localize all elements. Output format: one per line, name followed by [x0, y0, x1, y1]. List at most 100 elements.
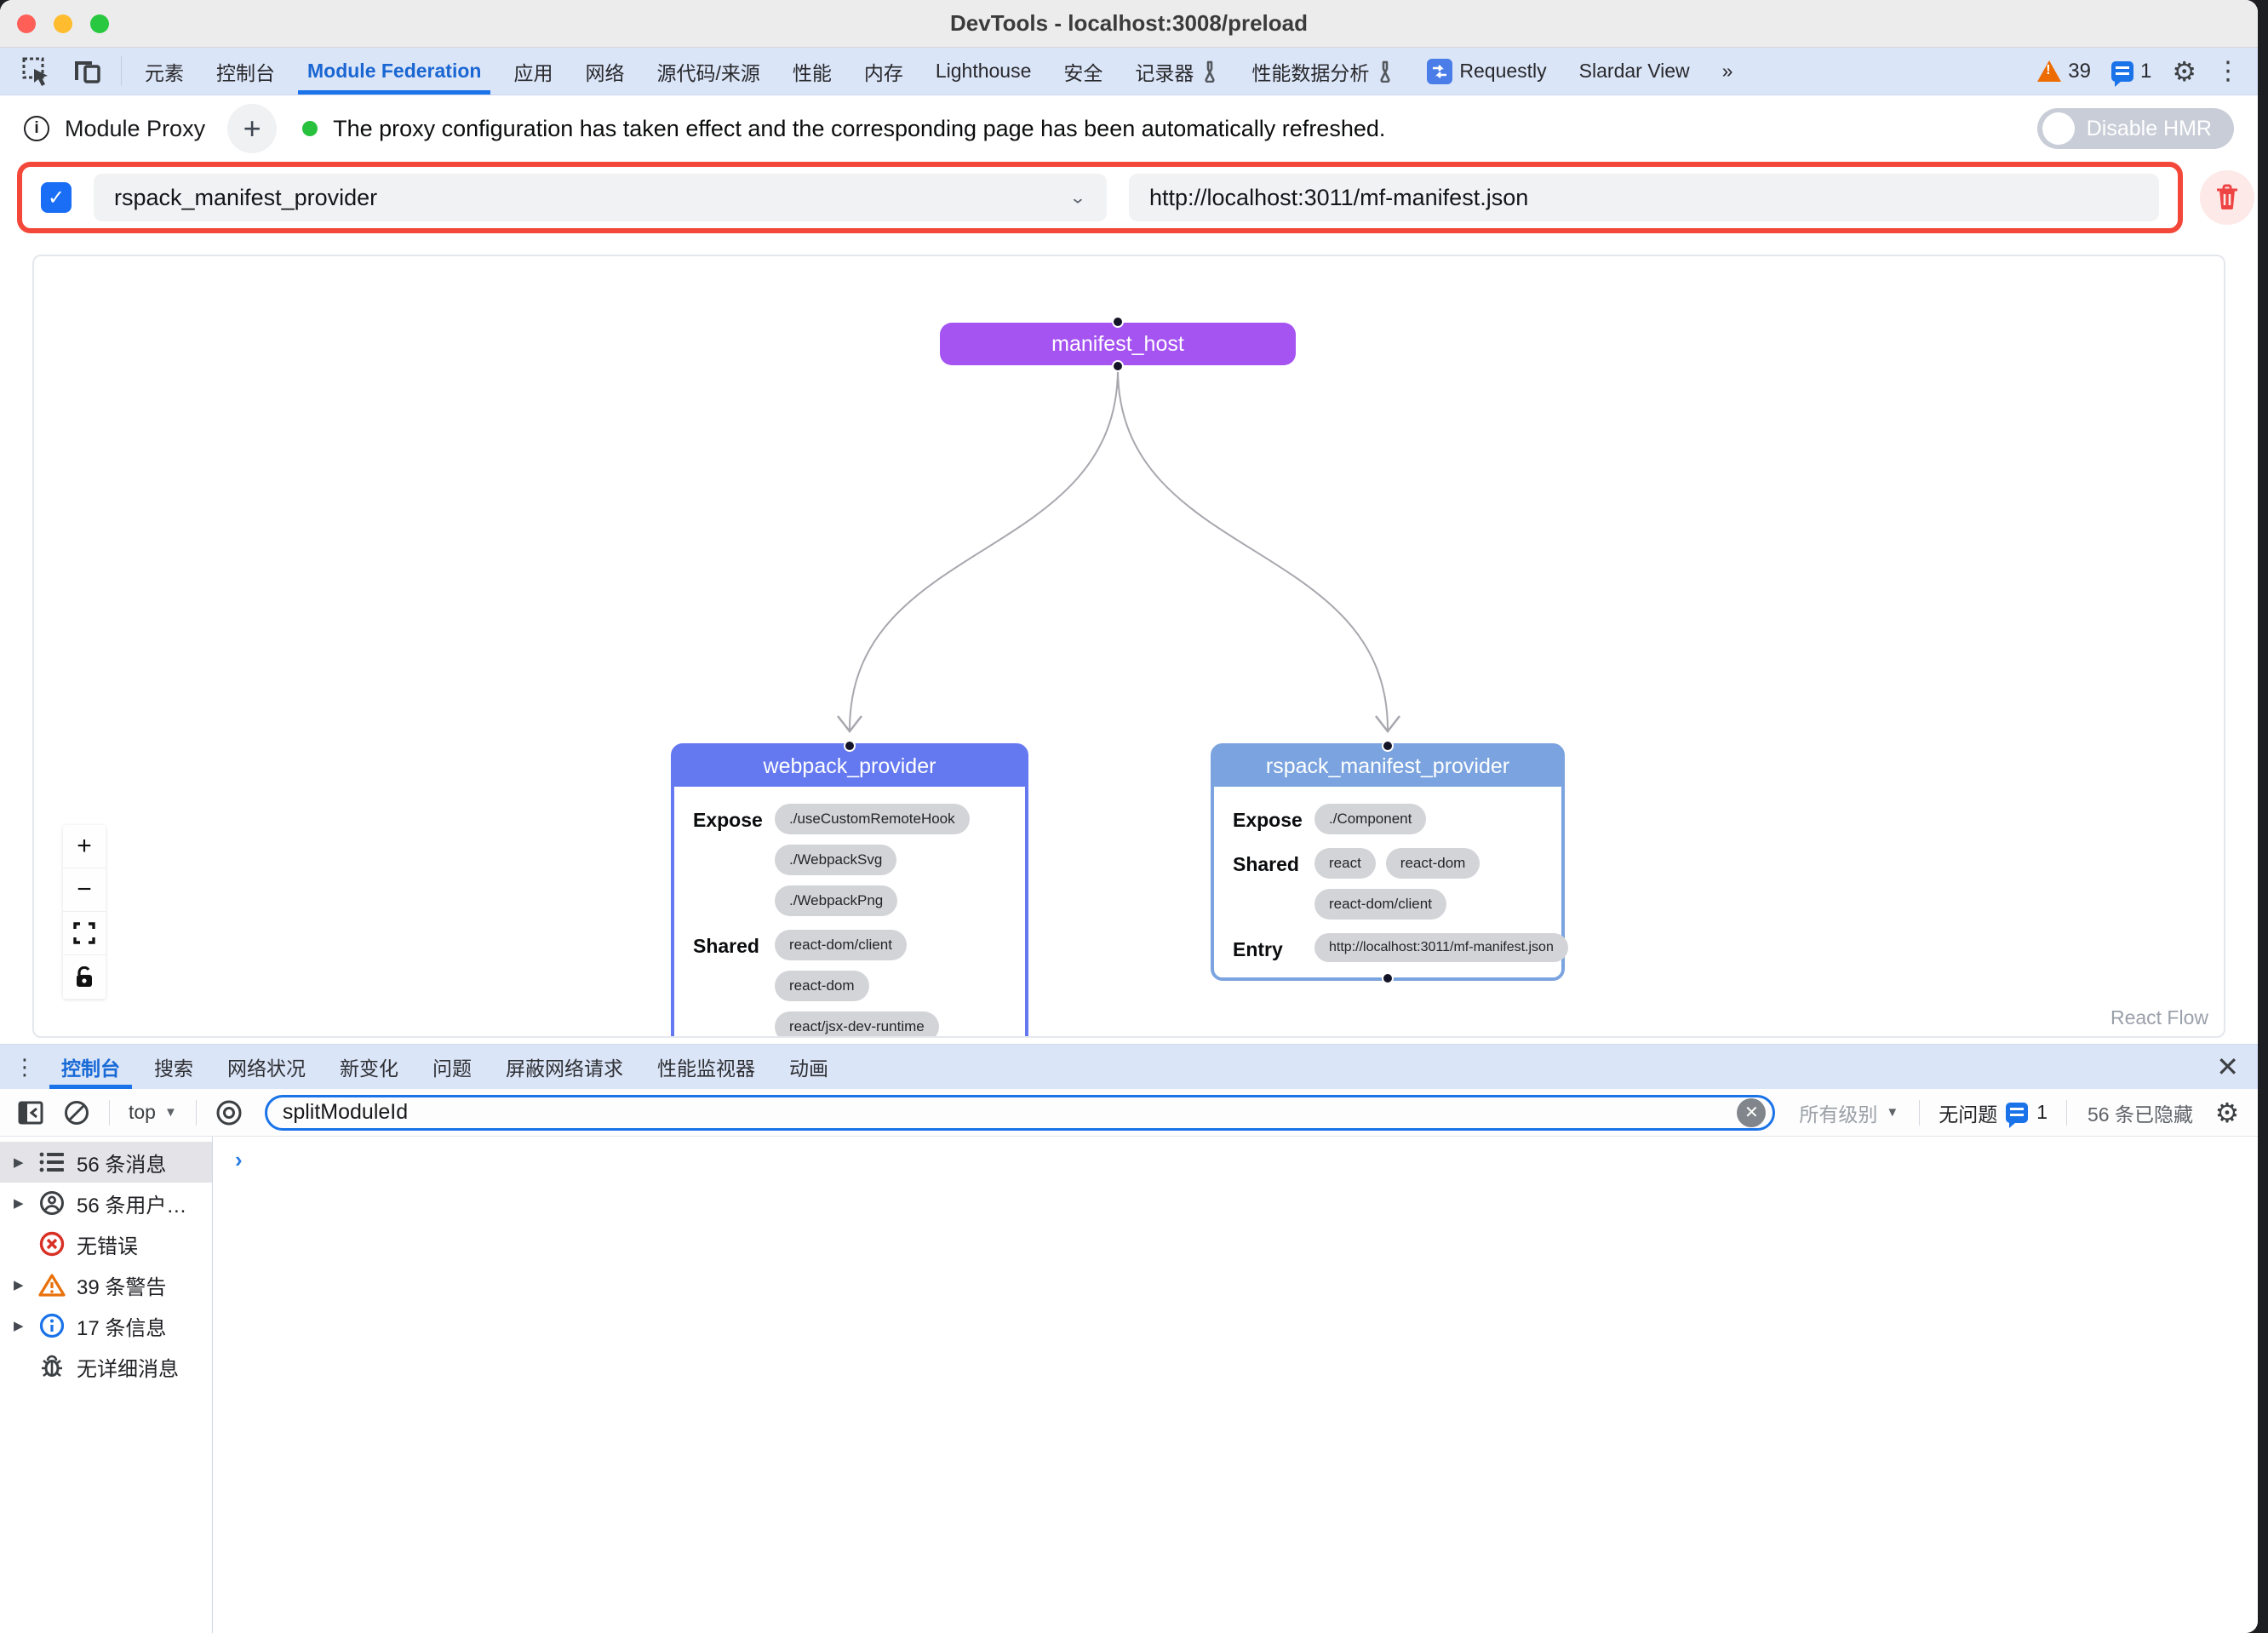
tab-recorder[interactable]: 记录器: [1119, 48, 1235, 95]
node-webpack-provider[interactable]: webpack_provider Expose ./useCustomRemot…: [671, 743, 1028, 1038]
drawer-menu-button[interactable]: ⋮: [5, 1045, 44, 1089]
sidebar-item-label: 无错误: [77, 1229, 138, 1259]
sidebar-item-all-messages[interactable]: ▶ 56 条消息: [0, 1142, 212, 1183]
expand-arrow-icon[interactable]: ▶: [14, 1318, 27, 1333]
settings-button[interactable]: ⚙: [2162, 48, 2207, 95]
tab-requestly[interactable]: Requestly: [1411, 48, 1562, 95]
hidden-messages-count: 56 条已隐藏: [2081, 1098, 2200, 1127]
clear-console-button[interactable]: [58, 1094, 95, 1132]
sidebar-toggle-icon: [18, 1100, 43, 1126]
tab-performance-insights[interactable]: 性能数据分析: [1235, 48, 1411, 95]
message-count: 1: [2140, 60, 2151, 83]
zoom-out-button[interactable]: −: [63, 868, 106, 912]
messages-badge[interactable]: 1: [2101, 48, 2162, 95]
inspect-element-icon[interactable]: [12, 48, 61, 95]
device-toolbar-icon[interactable]: [61, 48, 114, 95]
shared-chip: react-dom/client: [775, 930, 907, 960]
expand-arrow-icon[interactable]: ▶: [14, 1277, 27, 1292]
requestly-icon: [1427, 59, 1452, 84]
tab-sources[interactable]: 源代码/来源: [640, 48, 776, 95]
node-title: rspack_manifest_provider: [1213, 746, 1562, 787]
drawer-tab-animations[interactable]: 动画: [772, 1045, 845, 1089]
delete-rule-button[interactable]: [2200, 170, 2254, 225]
drawer-tabbar: ⋮ 控制台 搜索 网络状况 新变化 问题 屏蔽网络请求 性能监视器 动画 ✕: [0, 1045, 2258, 1089]
section-label: Shared: [693, 930, 775, 1038]
add-proxy-rule-button[interactable]: +: [227, 104, 277, 153]
issues-status[interactable]: 无问题 1: [1933, 1098, 2053, 1127]
lock-button[interactable]: [63, 955, 106, 999]
log-levels-dropdown[interactable]: 所有级别 ▼: [1792, 1098, 1905, 1127]
remote-select[interactable]: rspack_manifest_provider ⌄: [94, 174, 1107, 221]
manifest-url-input[interactable]: http://localhost:3011/mf-manifest.json: [1129, 174, 2159, 221]
tab-console[interactable]: 控制台: [200, 48, 291, 95]
sidebar-item-label: 无详细消息: [77, 1352, 179, 1382]
console-settings-button[interactable]: ⚙: [2208, 1094, 2246, 1132]
console-sidebar-toggle-button[interactable]: [12, 1094, 49, 1132]
entry-chip: http://localhost:3011/mf-manifest.json: [1314, 933, 1568, 962]
caret-down-icon: ▼: [164, 1105, 177, 1120]
sidebar-item-warnings[interactable]: ▶ 39 条警告: [0, 1264, 212, 1305]
drawer-tab-performance-monitor[interactable]: 性能监视器: [640, 1045, 772, 1089]
tabbar-divider: [121, 56, 122, 86]
expose-section: Expose ./Component: [1233, 804, 1543, 834]
rule-enabled-checkbox[interactable]: ✓: [41, 182, 72, 213]
close-window-button[interactable]: [17, 14, 36, 33]
minimize-window-button[interactable]: [54, 14, 72, 33]
zoom-window-button[interactable]: [90, 14, 109, 33]
tab-performance[interactable]: 性能: [776, 48, 848, 95]
sidebar-item-info[interactable]: ▶ 17 条信息: [0, 1305, 212, 1346]
sidebar-item-errors[interactable]: 无错误: [0, 1223, 212, 1264]
lock-icon: [74, 966, 94, 988]
tab-memory[interactable]: 内存: [848, 48, 919, 95]
tab-slardar-view[interactable]: Slardar View: [1563, 48, 1706, 95]
tab-security[interactable]: 安全: [1047, 48, 1119, 95]
bug-icon: [37, 1354, 66, 1379]
close-drawer-button[interactable]: ✕: [2197, 1045, 2258, 1089]
react-flow-attribution[interactable]: React Flow: [2110, 1006, 2208, 1029]
devtools-menu-button[interactable]: ⋮: [2207, 48, 2249, 95]
tab-elements[interactable]: 元素: [129, 48, 200, 95]
tab-application[interactable]: 应用: [497, 48, 569, 95]
tab-module-federation[interactable]: Module Federation: [291, 48, 497, 95]
console-filter-input[interactable]: ✕: [265, 1095, 1776, 1131]
more-tabs-button[interactable]: »: [1706, 48, 1750, 95]
flask-icon: [1200, 60, 1219, 83]
node-rspack-manifest-provider[interactable]: rspack_manifest_provider Expose ./Compon…: [1211, 743, 1565, 981]
flow-controls: + −: [63, 825, 106, 999]
chevron-down-icon: ⌄: [1069, 187, 1086, 207]
context-selector[interactable]: top ▼: [123, 1101, 182, 1124]
drawer-tab-network-blocking[interactable]: 屏蔽网络请求: [489, 1045, 640, 1089]
sidebar-item-user-messages[interactable]: ▶ 56 条用户…: [0, 1183, 212, 1223]
node-manifest-host[interactable]: manifest_host: [940, 323, 1296, 365]
console-messages-area[interactable]: ›: [213, 1137, 2258, 1633]
node-title: webpack_provider: [673, 746, 1026, 787]
zoom-in-button[interactable]: +: [63, 825, 106, 868]
sidebar-item-verbose[interactable]: 无详细消息: [0, 1346, 212, 1387]
expand-arrow-icon[interactable]: ▶: [14, 1195, 27, 1211]
traffic-lights: [17, 14, 109, 33]
console-drawer: ⋮ 控制台 搜索 网络状况 新变化 问题 屏蔽网络请求 性能监视器 动画 ✕ t…: [0, 1044, 2258, 1633]
gear-icon: ⚙: [2172, 58, 2196, 85]
tab-lighthouse[interactable]: Lighthouse: [919, 48, 1048, 95]
clear-filter-button[interactable]: ✕: [1737, 1098, 1766, 1127]
expand-arrow-icon[interactable]: ▶: [14, 1155, 27, 1170]
tab-network[interactable]: 网络: [569, 48, 640, 95]
drawer-tab-changes[interactable]: 新变化: [323, 1045, 415, 1089]
devtools-window: DevTools - localhost:3008/preload 元素 控制台…: [0, 0, 2258, 1633]
warnings-badge[interactable]: 39: [2027, 48, 2101, 95]
live-expression-button[interactable]: [210, 1094, 248, 1132]
shared-chip: react-dom: [1386, 848, 1480, 879]
info-icon[interactable]: i: [24, 116, 49, 141]
filter-text-input[interactable]: [283, 1100, 1738, 1125]
module-graph-canvas[interactable]: manifest_host webpack_provider Expose ./…: [32, 255, 2225, 1038]
drawer-tab-issues[interactable]: 问题: [415, 1045, 489, 1089]
graph-edges: [34, 256, 2224, 1036]
node-handle: [1112, 360, 1124, 372]
drawer-tab-console[interactable]: 控制台: [44, 1045, 137, 1089]
drawer-tab-network-conditions[interactable]: 网络状况: [210, 1045, 323, 1089]
fit-view-button[interactable]: [63, 912, 106, 955]
info-icon: [37, 1313, 66, 1338]
disable-hmr-toggle[interactable]: Disable HMR: [2037, 108, 2234, 149]
drawer-tab-search[interactable]: 搜索: [137, 1045, 210, 1089]
eye-icon: [215, 1098, 243, 1127]
